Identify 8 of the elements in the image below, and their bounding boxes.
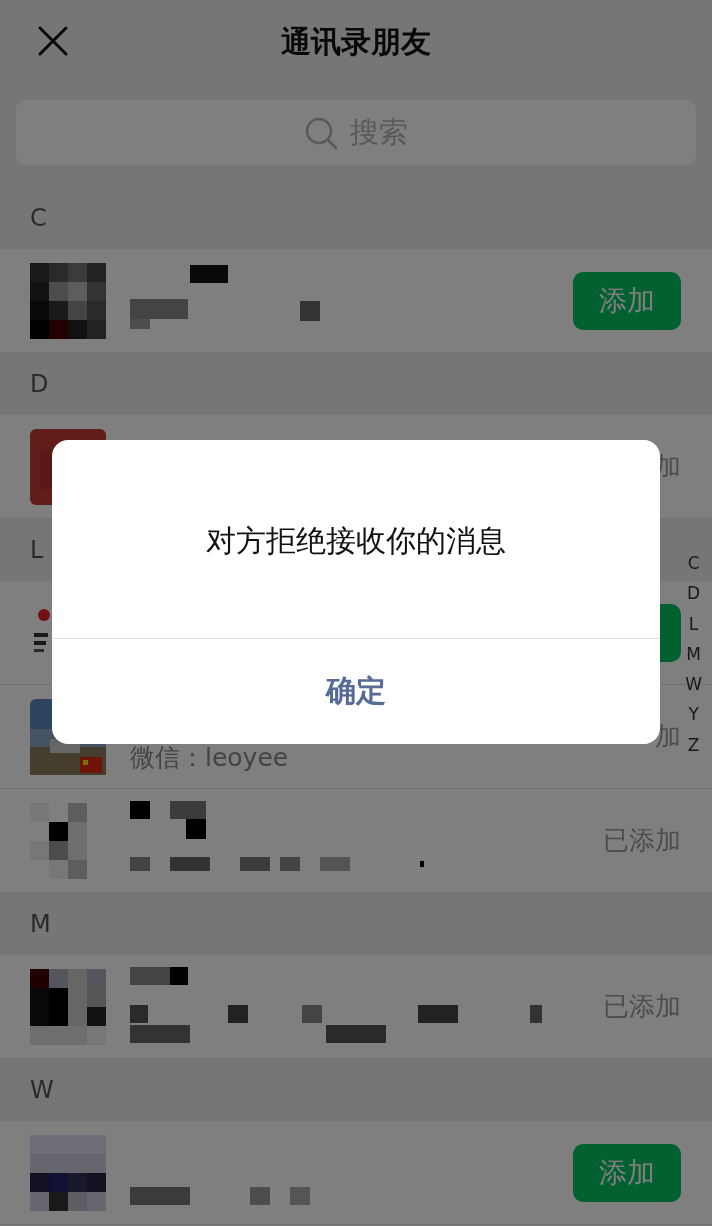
section-letter: W <box>30 1076 54 1104</box>
wechat-id: 微信：leoyee <box>130 741 290 774</box>
section-letter: L <box>30 536 44 564</box>
section-letter: D <box>30 370 49 398</box>
page-title: 通讯录朋友 <box>281 23 431 61</box>
section-letter: C <box>30 204 47 232</box>
section-letter: M <box>30 910 51 938</box>
dialog-message: 对方拒绝接收你的消息 <box>206 521 506 560</box>
